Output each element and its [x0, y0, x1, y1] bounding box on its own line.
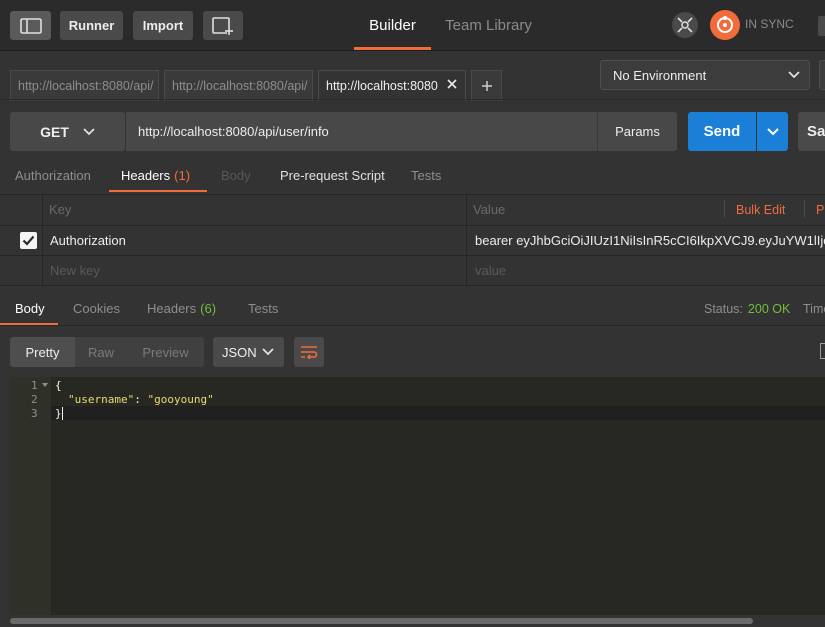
raw-button[interactable]: Raw: [75, 337, 127, 367]
interceptor-button[interactable]: [672, 12, 698, 38]
checkmark-icon: [22, 235, 35, 246]
response-tab-headers[interactable]: Headers (6): [147, 292, 216, 325]
sidebar-toggle-button[interactable]: [10, 11, 51, 40]
request-tab-active[interactable]: http://localhost:8080: [318, 70, 466, 101]
sync-status-label: IN SYNC: [745, 17, 794, 31]
environment-selected: No Environment: [613, 67, 707, 83]
method-select[interactable]: GET: [10, 112, 125, 151]
request-tabs-row: http://localhost:8080/api/ http://localh…: [0, 52, 825, 101]
header-value-cell[interactable]: bearer eyJhbGciOiJIUzI1NiIsInR5cCI6IkpXV…: [475, 226, 825, 255]
divider: [0, 325, 825, 326]
sync-button[interactable]: [710, 10, 740, 40]
request-tab[interactable]: http://localhost:8080/api/: [10, 70, 159, 101]
response-tab-body[interactable]: Body: [0, 292, 58, 325]
add-tab-button[interactable]: [471, 70, 502, 101]
tab-headers-label: Headers: [121, 168, 171, 183]
request-tab[interactable]: http://localhost:8080/api/: [164, 70, 313, 101]
chevron-down-icon: [766, 127, 779, 135]
copy-icon[interactable]: [820, 343, 825, 359]
settings-button[interactable]: [818, 16, 825, 36]
line-number: 3: [31, 407, 38, 420]
divider: [804, 200, 805, 218]
active-line-highlight: [51, 406, 825, 420]
column-header-key: Key: [49, 202, 72, 217]
status-label: Status:: [704, 301, 743, 316]
top-toolbar: Runner Import Builder Team Library IN SY…: [0, 0, 825, 51]
json-value: "gooyoung": [147, 393, 214, 406]
header-key-cell[interactable]: Authorization: [50, 226, 126, 255]
new-value-input[interactable]: value: [475, 256, 506, 285]
horizontal-scrollbar-thumb[interactable]: [10, 618, 753, 624]
new-window-icon: [212, 16, 233, 35]
code-line: {: [55, 379, 62, 392]
headers-count-badge: (1): [174, 168, 191, 183]
tab-builder-label: Builder: [369, 16, 416, 34]
json-key: "username": [68, 393, 135, 406]
send-button[interactable]: Send: [688, 112, 756, 151]
json-separator: :: [134, 393, 148, 406]
tab-authorization[interactable]: Authorization: [15, 159, 91, 192]
text-cursor: [62, 407, 63, 420]
response-tab-body-label: Body: [15, 301, 45, 316]
satellite-icon: [677, 17, 693, 33]
code-line: }: [55, 407, 62, 420]
save-label: Sav: [807, 123, 825, 140]
divider: [724, 200, 725, 218]
active-tab-indicator: [0, 323, 58, 325]
response-status: Status: 200 OK: [704, 292, 790, 325]
chevron-down-icon: [788, 71, 800, 79]
tab-body[interactable]: Body: [221, 159, 251, 192]
status-value: 200 OK: [747, 301, 791, 316]
presets-link[interactable]: Pr: [816, 195, 825, 224]
header-enabled-checkbox[interactable]: [20, 232, 37, 249]
pretty-button[interactable]: Pretty: [10, 337, 75, 367]
code-line: "username": "gooyoung": [68, 393, 214, 406]
response-tab-tests[interactable]: Tests: [248, 292, 278, 325]
tab-prerequest-script[interactable]: Pre-request Script: [280, 159, 385, 192]
wrap-lines-button[interactable]: [294, 337, 324, 367]
response-time: Time: [803, 301, 825, 316]
send-options-button[interactable]: [757, 112, 788, 151]
fold-arrow-icon[interactable]: [42, 383, 48, 387]
environment-quicklook-button[interactable]: [819, 60, 825, 90]
import-button[interactable]: Import: [133, 11, 193, 40]
tab-tests[interactable]: Tests: [411, 159, 441, 192]
plus-icon: [481, 81, 492, 91]
request-tab-label: http://localhost:8080: [326, 79, 438, 93]
preview-button[interactable]: Preview: [127, 337, 204, 367]
new-tab-button[interactable]: [203, 11, 243, 40]
params-button[interactable]: Params: [597, 112, 677, 151]
method-label: GET: [40, 123, 69, 140]
tab-team-library[interactable]: Team Library: [440, 0, 537, 50]
new-key-input[interactable]: New key: [50, 256, 100, 285]
response-headers-count: (6): [200, 301, 217, 316]
url-text: http://localhost:8080/api/user/info: [138, 124, 329, 139]
runner-button[interactable]: Runner: [60, 11, 123, 40]
active-tab-indicator: [354, 47, 431, 50]
request-tab-label: http://localhost:8080/api/: [18, 79, 154, 93]
line-number: 1: [31, 379, 38, 392]
tab-builder[interactable]: Builder: [354, 0, 431, 50]
close-tab-icon[interactable]: [445, 77, 459, 91]
response-tab-headers-label: Headers: [147, 301, 197, 316]
format-label: JSON: [222, 344, 257, 360]
save-button[interactable]: Sav: [798, 112, 825, 151]
active-tab-indicator: [109, 190, 207, 192]
wrap-icon: [301, 346, 318, 359]
chevron-down-icon: [262, 348, 274, 356]
chevron-down-icon: [83, 127, 95, 135]
tab-headers[interactable]: Headers (1): [109, 159, 207, 192]
request-tab-label: http://localhost:8080/api/: [172, 79, 308, 93]
environment-select[interactable]: No Environment: [600, 60, 810, 90]
sync-icon: [717, 16, 733, 33]
sidebar-icon: [19, 17, 42, 34]
format-select[interactable]: JSON: [213, 337, 284, 367]
response-tab-cookies[interactable]: Cookies: [73, 292, 120, 325]
column-header-value: Value: [473, 202, 506, 217]
divider: [0, 99, 825, 100]
bulk-edit-link[interactable]: Bulk Edit: [736, 195, 785, 224]
line-number: 2: [31, 393, 38, 406]
url-input[interactable]: http://localhost:8080/api/user/info: [126, 112, 597, 151]
